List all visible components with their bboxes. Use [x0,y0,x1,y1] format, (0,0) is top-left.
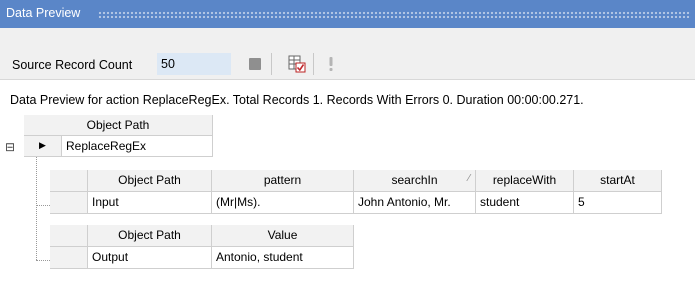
stop-button[interactable] [244,53,266,75]
input-cell-searchin[interactable]: John Antonio, Mr. [354,192,476,214]
source-record-count-input[interactable]: 50 [157,53,231,75]
row-selector[interactable] [50,247,88,269]
stop-icon [249,58,261,70]
root-object-path-value[interactable]: ReplaceRegEx [62,136,213,157]
tree-line [36,157,37,260]
root-header-object-path[interactable]: Object Path [24,115,213,136]
sort-icon: ⁄ [468,173,470,184]
row-selector[interactable]: ▶ [24,136,62,157]
input-cell-pattern[interactable]: (Mr|Ms). [212,192,354,214]
input-header-searchin-label: searchIn [391,173,438,187]
window-title: Data Preview [6,6,81,20]
collapse-icon[interactable]: ⊟ [5,141,15,153]
input-cell-object-path[interactable]: Input [88,192,212,214]
input-header-startat[interactable]: startAt [574,170,662,192]
input-header-object-path[interactable]: Object Path [88,170,212,192]
tree-line [36,205,50,206]
error-button[interactable] [324,53,346,75]
input-header-replacewith[interactable]: replaceWith [476,170,574,192]
input-cell-startat[interactable]: 5 [574,192,662,214]
status-message: Data Preview for action ReplaceRegEx. To… [10,93,584,107]
input-header-pattern[interactable]: pattern [212,170,354,192]
tree-line [36,260,50,261]
row-arrow-icon: ▶ [39,140,46,150]
preview-tree: Object Path ⊟ ▶ ReplaceRegEx Object Path… [0,115,695,295]
preview-button[interactable] [286,53,308,75]
row-selector[interactable] [50,192,88,214]
toolbar-separator [271,53,272,75]
output-header-object-path[interactable]: Object Path [88,225,212,247]
input-header-corner [50,170,88,192]
exclamation-icon [329,57,333,71]
source-record-count-label: Source Record Count [12,58,133,72]
output-header-corner [50,225,88,247]
title-bar-grip[interactable] [98,11,691,18]
input-header-searchin[interactable]: searchIn ⁄ [354,170,476,192]
toolbar: Source Record Count 50 [0,28,695,80]
table-check-icon [288,55,306,73]
title-bar: Data Preview [0,0,695,28]
output-cell-object-path[interactable]: Output [88,247,212,269]
input-cell-replacewith[interactable]: student [476,192,574,214]
toolbar-separator [313,53,314,75]
output-header-value[interactable]: Value [212,225,354,247]
output-cell-value[interactable]: Antonio, student [212,247,354,269]
